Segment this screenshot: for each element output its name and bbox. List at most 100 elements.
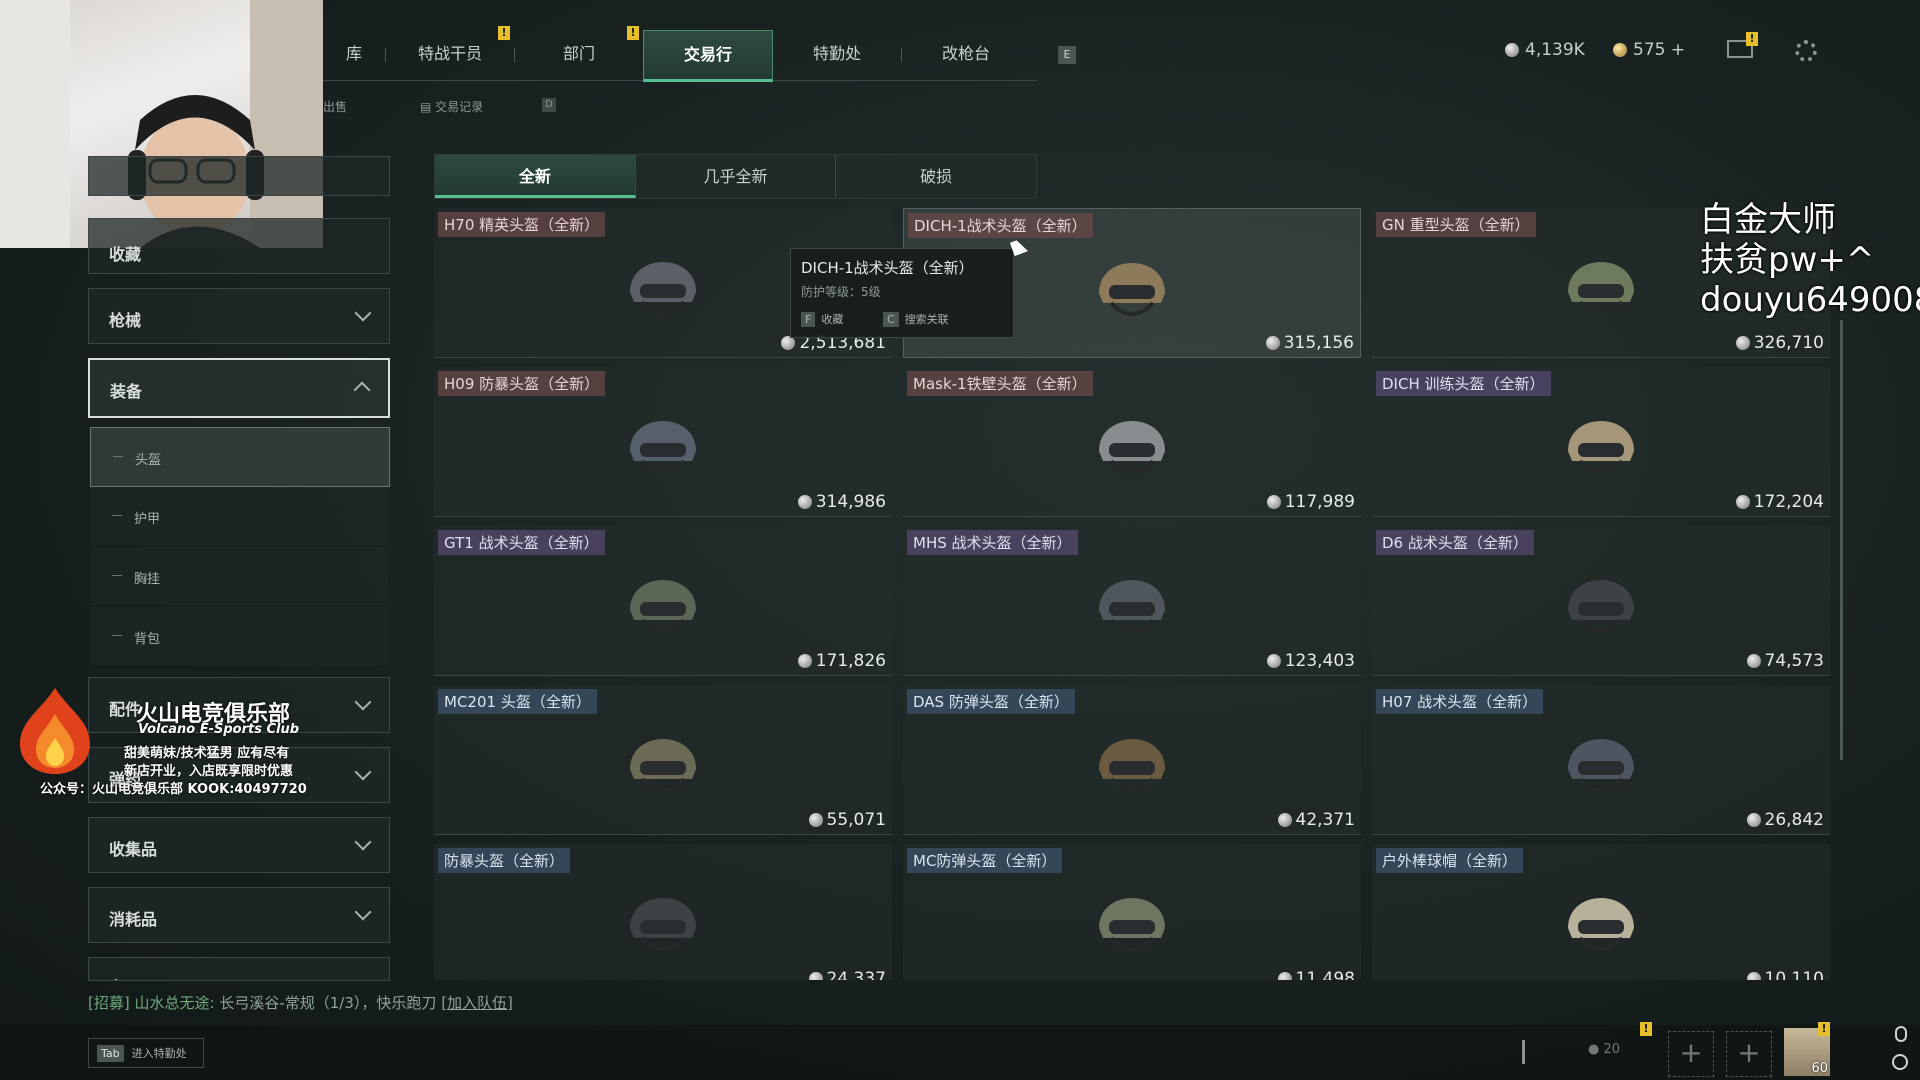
microphone-icon[interactable] [1895, 1026, 1907, 1042]
friends-count[interactable]: ● 20 [1588, 1042, 1620, 1057]
tab-gunsmith[interactable]: 改枪台 [902, 30, 1030, 78]
subnav-records[interactable]: ▤ 交易记录 [420, 98, 483, 115]
bottom-bar [0, 1025, 1920, 1080]
chat-user[interactable]: 山水总无途: [135, 994, 215, 1012]
key-hint-f: F [801, 311, 816, 327]
filter-brand-new[interactable]: 全新 [435, 155, 636, 198]
chat-tag: [招募] [88, 994, 130, 1012]
silver-coin-icon [1265, 336, 1280, 350]
tab-storage[interactable]: 库 [323, 30, 385, 78]
silver-coin-icon [781, 336, 796, 350]
price-value: 172,204 [1753, 492, 1824, 512]
sidebar-item-equipment[interactable]: 装备 [88, 358, 390, 418]
sidebar-item-misc[interactable]: 杂 [88, 957, 390, 981]
chevron-down-icon [354, 304, 372, 322]
item-name: DICH 训练头盔（全新） [1376, 371, 1551, 396]
item-card[interactable]: H07 战术头盔（全新） 26,842 [1372, 685, 1830, 835]
helmet-icon [1099, 580, 1165, 633]
gold-amount: 575 + [1633, 40, 1686, 60]
silver-coin-icon [1266, 495, 1281, 509]
webcam-image [0, 0, 323, 248]
item-name: GN 重型头盔（全新） [1376, 212, 1536, 237]
price-value: 171,826 [815, 651, 886, 671]
item-card[interactable]: D6 战术头盔（全新） 74,573 [1372, 526, 1830, 676]
helmet-icon [630, 421, 696, 474]
item-card[interactable]: MC201 头盔（全新） 55,071 [434, 685, 892, 835]
item-grid: H70 精英头盔（全新） 2,513,681 DICH-1战术头盔（全新） 315,1… [434, 208, 1834, 980]
sidebar-sub-armor[interactable]: 护甲 [90, 487, 388, 545]
silver-coin-icon [1277, 813, 1292, 827]
item-price: 326,710 [1735, 333, 1824, 353]
price-value: 24,337 [826, 969, 886, 980]
sidebar-sub-backpack[interactable]: 背包 [90, 607, 388, 665]
item-price: 315,156 [1265, 333, 1354, 353]
sidebar-item-collect[interactable]: 收藏 [88, 218, 390, 274]
enter-special-ops-button[interactable]: Tab 进入特勤处 [88, 1038, 204, 1068]
item-card[interactable]: DAS 防弹头盔（全新） 42,371 [903, 685, 1361, 835]
item-tooltip: DICH-1战术头盔（全新） 防护等级：5级 F 收藏 C 搜索关联 [790, 248, 1014, 338]
helmet-icon [1568, 739, 1634, 792]
sidebar-item-guns[interactable]: 枪械 [88, 288, 390, 344]
silver-coin-icon [1746, 654, 1761, 668]
item-card[interactable]: MHS 战术头盔（全新） 123,403 [903, 526, 1361, 676]
item-price: 55,071 [808, 810, 886, 830]
club-english-name: Volcano E-Sports Club [138, 722, 300, 737]
price-value: 117,989 [1284, 492, 1355, 512]
tab-label: 交易行 [683, 45, 732, 64]
item-card[interactable]: DICH 训练头盔（全新） 172,204 [1372, 367, 1830, 517]
item-price: 123,403 [1266, 651, 1355, 671]
tab-operators[interactable]: 特战干员! [386, 26, 514, 78]
voice-settings-icon[interactable] [1892, 1054, 1908, 1070]
sub-label: 头盔 [135, 453, 162, 468]
overlay-line: 白金大师 [1700, 200, 1836, 240]
sub-label: 护甲 [134, 512, 161, 527]
item-name: H70 精英头盔（全新） [438, 212, 606, 237]
gold-currency[interactable]: 575 + [1613, 40, 1685, 60]
tab-special-ops[interactable]: 特勤处 [773, 30, 901, 78]
item-price: 172,204 [1735, 492, 1824, 512]
price-value: 55,071 [826, 810, 886, 830]
sidebar-item-consumables[interactable]: 消耗品 [88, 887, 390, 943]
team-slot-add[interactable]: + [1668, 1031, 1714, 1077]
warning-icon: ! [1818, 1022, 1830, 1036]
item-name: DICH-1战术头盔（全新） [908, 213, 1093, 238]
item-card[interactable]: MC防弹头盔（全新） 11,498 [903, 844, 1361, 980]
tab-trading[interactable]: 交易行 [643, 30, 773, 82]
item-card[interactable]: Mask-1铁壁头盔（全新） 117,989 [903, 367, 1361, 517]
overlay-line: 扶贫pw+^ [1700, 240, 1875, 280]
price-value: 10,110 [1764, 969, 1824, 980]
club-logo-overlay: 火山电竞俱乐部 Volcano E-Sports Club 甜美萌妹/技术猛男 … [10, 686, 370, 797]
tab-department[interactable]: 部门! [515, 26, 643, 78]
sidebar-sub-helmet[interactable]: 头盔 [90, 427, 390, 487]
item-card[interactable]: H09 防暴头盔（全新） 314,986 [434, 367, 892, 517]
filter-damaged[interactable]: 破损 [836, 155, 1036, 198]
item-card[interactable]: GT1 战术头盔（全新） 171,826 [434, 526, 892, 676]
sidebar-label: 杂 [109, 974, 125, 980]
price-value: 26,842 [1764, 810, 1824, 830]
flag-icon[interactable] [1522, 1040, 1545, 1064]
club-text: 甜美萌妹/技术猛男 应有尽有 [124, 746, 290, 761]
item-card[interactable]: 防暴头盔（全新） 24,337 [434, 844, 892, 980]
gear-icon[interactable] [1795, 40, 1817, 62]
chat-text: 长弓溪谷-常规（1/3），快乐跑刀 [219, 994, 437, 1012]
item-name: Mask-1铁壁头盔（全新） [907, 371, 1093, 396]
join-team-link[interactable]: [加入队伍] [441, 994, 513, 1012]
item-card[interactable]: 户外棒球帽（全新） 10,110 [1372, 844, 1830, 980]
chevron-down-icon [354, 833, 372, 851]
tooltip-action-favorite[interactable]: F 收藏 [801, 311, 843, 327]
grid-scrollbar[interactable] [1840, 320, 1843, 760]
filter-almost-new[interactable]: 几乎全新 [636, 155, 837, 198]
subnav-sell[interactable]: 出售 [323, 98, 347, 115]
tab-label: 改枪台 [941, 44, 990, 63]
team-slot-add[interactable]: + [1726, 1031, 1772, 1077]
club-text: 新店开业，入店既享限时优惠 [124, 764, 294, 779]
item-price: 314,986 [797, 492, 886, 512]
helmet-icon [630, 262, 696, 315]
tooltip-action-search[interactable]: C 搜索关联 [883, 311, 949, 327]
sidebar-sub-chest-rig[interactable]: 胸挂 [90, 547, 388, 605]
sidebar-item-collectibles[interactable]: 收集品 [88, 817, 390, 873]
sidebar-search[interactable] [88, 156, 390, 196]
tab-label: 特勤处 [812, 44, 861, 63]
item-name: GT1 战术头盔（全新） [438, 530, 605, 555]
item-price: 42,371 [1277, 810, 1355, 830]
